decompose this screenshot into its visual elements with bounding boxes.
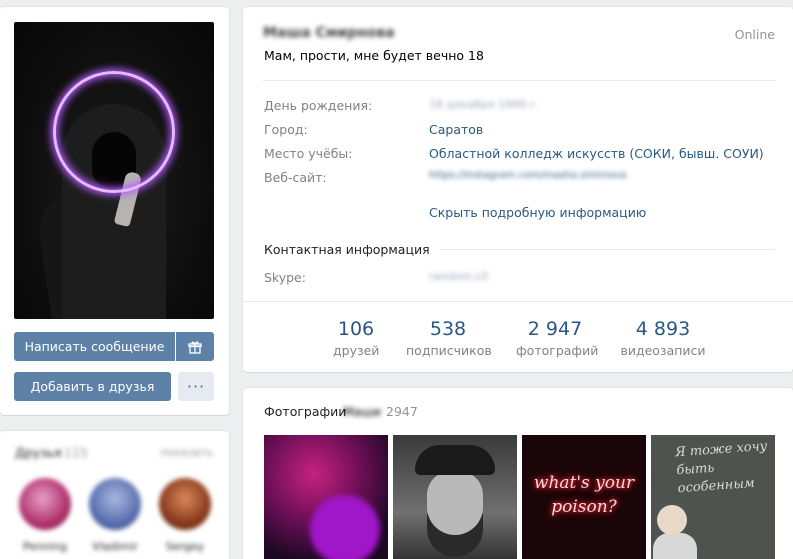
counter-photos[interactable]: 2 947 фотографий	[516, 318, 599, 358]
profile-status-text: Мам, прости, мне будет вечно 18	[264, 48, 484, 63]
photos-count: 2947	[386, 404, 418, 419]
photos-card: Фотографии Маши 2947 what's your poison?…	[243, 388, 793, 559]
friend-avatar	[159, 478, 211, 530]
divider	[263, 80, 775, 81]
friend-avatar	[89, 478, 141, 530]
counter-number: 2 947	[527, 318, 583, 340]
divider	[418, 249, 775, 250]
photo-cap	[415, 445, 495, 475]
counter-number: 106	[337, 318, 375, 340]
profile-avatar[interactable]	[14, 22, 214, 319]
photo-thumbnail[interactable]: Я тоже хочу быть особенным	[651, 435, 775, 559]
info-value: 18 декабря 1999 г.	[429, 98, 539, 111]
counter-number: 4 893	[635, 318, 691, 340]
counter-label: подписчиков	[406, 343, 492, 358]
friend-item[interactable]: Vladimir	[88, 478, 142, 553]
profile-info-card: Маша Смирнова Online Мам, прости, мне бу…	[243, 7, 793, 372]
photo-thumbnail[interactable]	[264, 435, 388, 559]
friend-name: Sergey	[165, 540, 205, 553]
info-label: Skype:	[264, 270, 306, 285]
photo-child-body	[653, 533, 697, 559]
contacts-section-title: Контактная информация	[264, 242, 440, 257]
website-link[interactable]: https://instagram.com/masha.smirnova	[429, 170, 626, 181]
friends-title[interactable]: Друзья	[15, 445, 62, 460]
friends-card: Друзья 115 показать Penning Vladimir Ser…	[0, 431, 229, 559]
send-gift-button[interactable]	[176, 332, 214, 361]
photo-face	[427, 471, 483, 535]
friends-count: 115	[64, 445, 88, 460]
counter-followers[interactable]: 538 подписчиков	[406, 318, 492, 358]
counter-friends[interactable]: 106 друзей	[333, 318, 379, 358]
online-status: Online	[734, 27, 775, 42]
avatar-neon-halo	[53, 71, 175, 193]
neon-sign-text: what's your poison?	[533, 473, 635, 517]
friend-item[interactable]: Penning	[18, 478, 72, 553]
profile-name: Маша Смирнова	[263, 25, 395, 41]
photos-owner-name: Маши	[343, 404, 382, 419]
info-label: Веб-сайт:	[264, 170, 327, 185]
hide-details-link[interactable]: Скрыть подробную информацию	[429, 205, 646, 220]
info-label: День рождения:	[264, 98, 373, 113]
photo-thumbnail[interactable]	[393, 435, 517, 559]
more-actions-button[interactable]: ···	[178, 372, 214, 401]
friends-show-all-link[interactable]: показать	[160, 446, 213, 459]
write-message-button[interactable]: Написать сообщение	[14, 332, 175, 361]
education-link[interactable]: Областной колледж искусств (СОКИ, бывш. …	[429, 146, 764, 161]
friend-item[interactable]: Sergey	[158, 478, 212, 553]
friend-avatar	[19, 478, 71, 530]
city-link[interactable]: Саратов	[429, 122, 483, 137]
profile-counters: 106 друзей 538 подписчиков 2 947 фотогра…	[243, 301, 793, 372]
add-friend-button[interactable]: Добавить в друзья	[14, 372, 171, 401]
photo-glow	[310, 495, 380, 559]
info-label: Город:	[264, 122, 308, 137]
info-label: Место учёбы:	[264, 146, 353, 161]
counter-label: фотографий	[516, 343, 599, 358]
skype-value: random.s3	[429, 270, 488, 283]
counter-number: 538	[429, 318, 467, 340]
counter-label: видеозаписи	[620, 343, 706, 358]
photo-child-head	[657, 505, 687, 535]
counter-label: друзей	[333, 343, 380, 358]
counter-videos[interactable]: 4 893 видеозаписи	[620, 318, 706, 358]
photo-thumbnail[interactable]: what's your poison?	[522, 435, 646, 559]
photos-section-title[interactable]: Фотографии	[264, 404, 346, 419]
friend-name: Penning	[23, 540, 67, 553]
chalkboard-text: Я тоже хочу быть особенным	[674, 438, 768, 497]
friend-name: Vladimir	[92, 540, 138, 553]
gift-icon	[188, 341, 202, 354]
avatar-card: Написать сообщение Добавить в друзья ···	[0, 7, 229, 415]
